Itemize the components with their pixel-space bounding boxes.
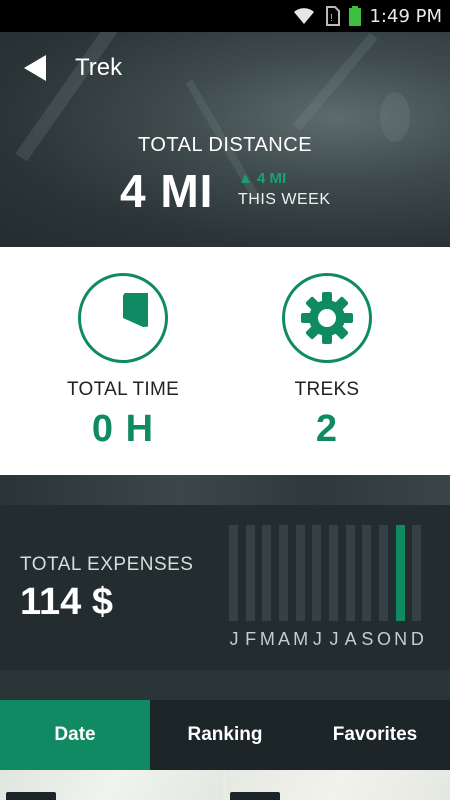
month-bar xyxy=(379,525,388,621)
month-bar xyxy=(229,525,238,621)
status-bar: ! 1:49 PM xyxy=(0,0,450,32)
total-expenses-label: TOTAL EXPENSES xyxy=(20,554,194,575)
month-label: M xyxy=(259,629,275,649)
month-bar xyxy=(295,525,305,621)
no-sim-icon: ! xyxy=(326,6,341,26)
treks-badge xyxy=(282,273,372,363)
distance-delta: ▲ 4 MI xyxy=(238,170,287,187)
svg-text:!: ! xyxy=(330,13,333,24)
app-title: Trek xyxy=(75,54,123,81)
expenses-panel: TOTAL EXPENSES 114 $ JFMAMJJASOND xyxy=(0,505,450,670)
tab-date[interactable]: Date xyxy=(0,700,150,770)
monthly-bars xyxy=(226,525,426,621)
month-bar xyxy=(362,525,372,621)
month-bar xyxy=(412,525,422,621)
divider-strip xyxy=(0,670,450,700)
trek-map-thumbnail[interactable] xyxy=(226,770,450,800)
month-label: A xyxy=(277,629,290,649)
total-distance-label: TOTAL DISTANCE xyxy=(137,134,313,156)
month-bar xyxy=(279,525,288,621)
total-time-label: TOTAL TIME xyxy=(66,379,180,400)
pie-clock-icon xyxy=(123,293,148,328)
month-label: F xyxy=(245,629,257,649)
tab-ranking[interactable]: Ranking xyxy=(150,700,300,770)
treks-value: 2 xyxy=(315,408,339,450)
wifi-icon xyxy=(294,8,315,24)
month-label: J xyxy=(312,629,322,649)
month-label: S xyxy=(361,629,374,649)
month-bar xyxy=(245,525,255,621)
trek-distance-badge xyxy=(6,792,56,800)
month-label: M xyxy=(293,629,309,649)
gear-icon xyxy=(301,292,353,344)
distance-period: THIS WEEK xyxy=(238,191,331,208)
month-label: D xyxy=(410,629,424,649)
hero-background-streak xyxy=(292,32,378,132)
month-labels: JFMAMJJASOND xyxy=(226,629,426,651)
trek-map-thumbnail[interactable] xyxy=(0,770,223,800)
month-bar xyxy=(395,525,405,621)
month-label: J xyxy=(229,629,239,649)
month-bar xyxy=(345,525,355,621)
hero-banner: Trek TOTAL DISTANCE 4 MI ▲ 4 MI THIS WEE… xyxy=(0,32,450,247)
month-label: O xyxy=(376,629,391,649)
month-bar xyxy=(262,525,272,621)
month-bar xyxy=(329,525,338,621)
total-expenses-value: 114 $ xyxy=(20,581,113,623)
total-time-badge xyxy=(78,273,168,363)
total-time-value: 0 H xyxy=(91,408,155,450)
tab-bar: Date Ranking Favorites xyxy=(0,700,450,770)
status-time: 1:49 PM xyxy=(369,5,442,27)
month-label: N xyxy=(394,629,408,649)
trek-list xyxy=(0,770,450,800)
battery-icon xyxy=(349,6,362,26)
month-label: A xyxy=(344,629,357,649)
treks-label: TREKS xyxy=(294,379,360,400)
stats-card: TOTAL TIME 0 H TREKS 2 xyxy=(0,247,450,475)
trek-distance-badge xyxy=(230,792,280,800)
month-label: J xyxy=(329,629,339,649)
month-bar xyxy=(312,525,322,621)
tab-favorites[interactable]: Favorites xyxy=(300,700,450,770)
divider-strip xyxy=(0,475,450,505)
total-distance-value: 4 MI xyxy=(120,165,214,217)
back-arrow-icon[interactable] xyxy=(22,54,48,82)
